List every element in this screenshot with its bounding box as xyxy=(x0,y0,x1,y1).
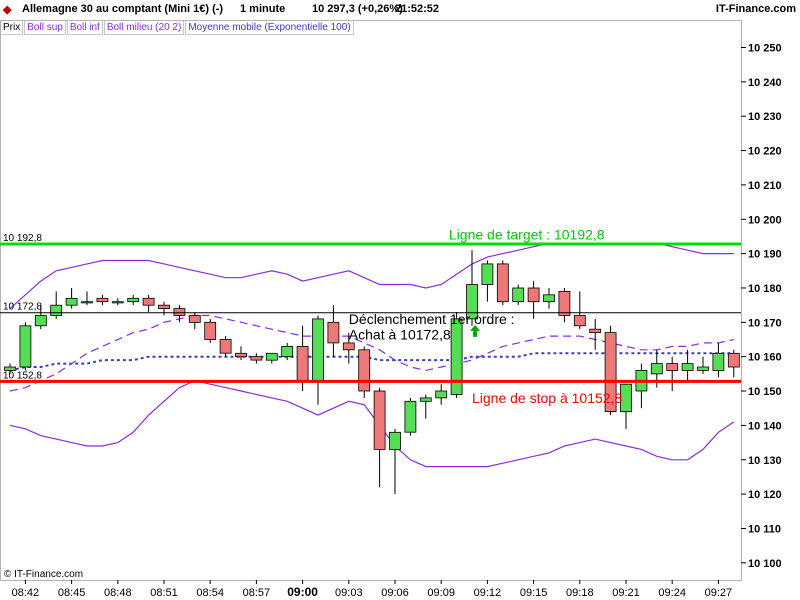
candle-body xyxy=(204,321,217,340)
level-label: 10 172,8 xyxy=(3,302,42,313)
y-tick-label: 10 250 xyxy=(748,43,782,55)
candle-body xyxy=(342,342,355,351)
candle-body xyxy=(327,321,340,344)
x-tick-label: 09:03 xyxy=(335,587,363,599)
x-tick-label: 09:06 xyxy=(381,587,409,599)
candle-body xyxy=(358,349,371,392)
x-tick-label: 09:18 xyxy=(566,587,594,599)
annotation-text: Ligne de target : 10192,8 xyxy=(449,227,605,243)
candle-body xyxy=(312,318,324,382)
candle-body xyxy=(265,352,278,361)
y-tick-label: 10 240 xyxy=(748,77,782,89)
y-tick-label: 10 220 xyxy=(748,146,782,158)
candle-body xyxy=(158,304,170,310)
price-chart[interactable]: 10 192,8 10 172,8 10 152,8 Ligne de target… xyxy=(0,0,800,600)
x-tick-label: 08:51 xyxy=(150,587,178,599)
candle-body xyxy=(419,397,432,402)
y-tick-label: 10 170 xyxy=(748,317,782,329)
candle-body xyxy=(296,345,309,382)
y-tick-label: 10 150 xyxy=(748,386,782,398)
x-tick-label: 09:12 xyxy=(474,587,502,599)
x-tick-label: 09:09 xyxy=(427,587,455,599)
candle-body xyxy=(142,297,155,306)
candle-body xyxy=(697,366,709,371)
y-tick-label: 10 210 xyxy=(748,180,782,192)
candle-body xyxy=(527,287,540,303)
candle-body xyxy=(19,325,32,368)
annotation-text: Ligne de stop à 10152,8 xyxy=(472,390,622,406)
copyright-text: © IT-Finance.com xyxy=(4,569,83,580)
candle-body xyxy=(373,390,386,450)
candle-body xyxy=(111,301,124,304)
candle-body xyxy=(573,315,586,327)
x-tick-label: 08:54 xyxy=(196,587,224,599)
y-tick-label: 10 200 xyxy=(748,214,782,226)
level-label: 10 152,8 xyxy=(3,370,42,381)
ema-100-line xyxy=(9,352,734,372)
y-tick-label: 10 110 xyxy=(748,524,781,536)
bollinger-upper-line xyxy=(9,242,734,310)
y-tick-label: 10 100 xyxy=(748,558,782,570)
candle-body xyxy=(173,308,186,316)
candle-body xyxy=(127,297,140,303)
candle-body xyxy=(235,352,247,358)
x-tick-label: 08:48 xyxy=(104,587,132,599)
candle-body xyxy=(589,328,602,334)
x-tick-label: 09:27 xyxy=(705,587,733,599)
y-tick-label: 10 230 xyxy=(748,111,782,123)
candle-body xyxy=(666,363,679,371)
level-label: 10 192,8 xyxy=(3,233,42,244)
candle-body xyxy=(188,315,201,323)
candle-body xyxy=(481,263,494,285)
candle-body xyxy=(281,345,294,358)
x-tick-label: 09:21 xyxy=(612,587,640,599)
x-tick-label: 09:24 xyxy=(658,587,686,599)
x-tick-label: 08:42 xyxy=(12,587,40,599)
candle-body xyxy=(727,352,740,368)
candle-body xyxy=(650,363,663,375)
x-tick-label: 09:15 xyxy=(520,587,548,599)
candle-body xyxy=(712,352,725,371)
candle-body xyxy=(450,318,463,395)
annotation-text: Déclenchement 1er ordre : xyxy=(349,311,515,327)
candle-body xyxy=(496,263,509,303)
candle-body xyxy=(543,294,555,303)
candle-body xyxy=(558,290,571,316)
candle-body xyxy=(96,297,109,303)
candle-body xyxy=(389,431,401,450)
candle-body xyxy=(250,356,263,361)
y-tick-label: 10 180 xyxy=(748,283,782,295)
candle-body xyxy=(435,390,448,399)
x-tick-label: 08:57 xyxy=(243,587,271,599)
candle-body xyxy=(512,287,525,303)
y-tick-label: 10 160 xyxy=(748,352,782,364)
y-tick-label: 10 140 xyxy=(748,420,782,432)
candle-body xyxy=(65,297,78,306)
candle-body xyxy=(34,315,47,327)
x-tick-label: 08:45 xyxy=(58,587,86,599)
y-tick-label: 10 120 xyxy=(748,489,782,501)
plot-frame xyxy=(0,20,742,581)
candle-body xyxy=(81,301,93,304)
candle-body xyxy=(681,363,694,371)
candle-body xyxy=(404,400,417,433)
y-tick-label: 10 130 xyxy=(748,455,782,467)
x-tick-label: 09:00 xyxy=(287,585,318,599)
annotation-text: Achat à 10172,8 xyxy=(349,326,451,342)
candle-body xyxy=(219,339,232,354)
candle-body xyxy=(50,304,63,316)
y-tick-label: 10 190 xyxy=(748,249,782,261)
